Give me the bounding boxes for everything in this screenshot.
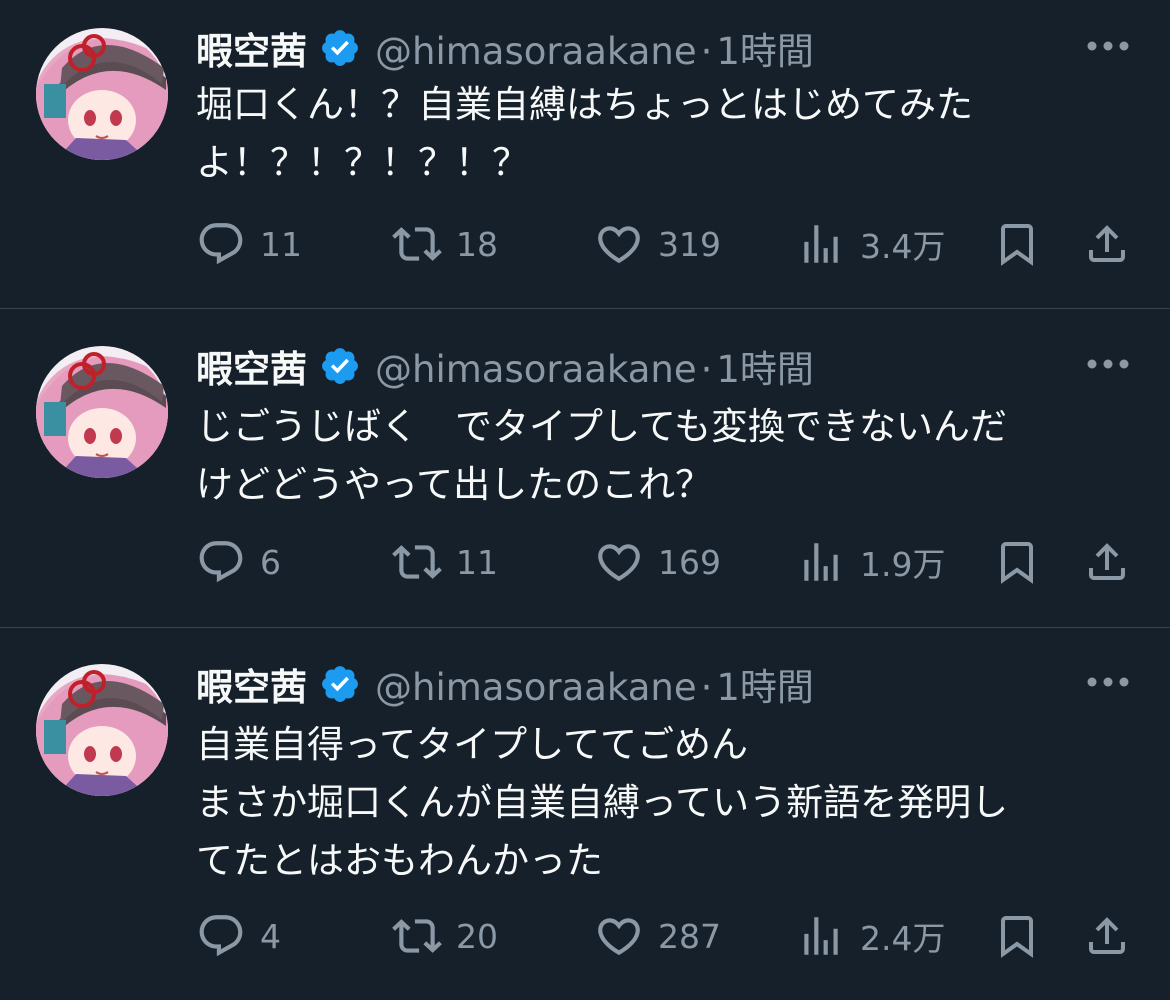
timestamp[interactable]: 1時間 (716, 348, 814, 391)
more-icon[interactable] (1086, 660, 1130, 704)
like-icon (598, 918, 640, 956)
avatar[interactable] (36, 346, 168, 478)
handle-time[interactable]: @himasoraakane · 1時間 (375, 339, 814, 393)
like-button[interactable]: 287 (594, 908, 721, 964)
reply-icon (199, 915, 243, 957)
views-count: 2.4万 (860, 919, 946, 958)
verified-icon (322, 666, 358, 702)
like-button[interactable]: 319 (594, 216, 721, 272)
verified-icon (322, 348, 358, 384)
bookmark-icon (1001, 542, 1033, 584)
reply-button[interactable]: 4 (196, 908, 281, 964)
tweet-text: じごうじばく でタイプしても変換できないんだ けどどうやって出したのこれ？ (196, 405, 1008, 506)
timestamp[interactable]: 1時間 (716, 30, 814, 73)
like-count: 319 (658, 224, 721, 264)
views-count: 1.9万 (860, 545, 946, 584)
views-button[interactable]: 3.4万 (796, 216, 945, 272)
reply-button[interactable]: 6 (196, 534, 281, 590)
handle[interactable]: @himasoraakane (375, 666, 697, 709)
like-count: 287 (658, 916, 721, 956)
retweet-count: 20 (456, 916, 498, 956)
like-icon (598, 226, 640, 264)
retweet-button[interactable]: 11 (392, 534, 498, 590)
avatar[interactable] (36, 28, 168, 160)
retweet-icon (392, 919, 442, 953)
like-count: 169 (658, 542, 721, 582)
separator-dot: · (700, 30, 713, 73)
views-count: 3.4万 (860, 227, 946, 266)
reply-icon (199, 223, 243, 265)
bookmark-button[interactable] (992, 216, 1042, 272)
reply-count: 4 (260, 916, 281, 956)
retweet-button[interactable]: 20 (392, 908, 498, 964)
display-name[interactable]: 暇空茜 (196, 21, 307, 75)
divider (0, 308, 1170, 309)
retweet-count: 18 (456, 224, 498, 264)
display-name[interactable]: 暇空茜 (196, 339, 307, 393)
views-icon (804, 917, 838, 955)
verified-icon (322, 30, 358, 66)
divider (0, 627, 1170, 628)
bookmark-button[interactable] (992, 908, 1042, 964)
avatar[interactable] (36, 664, 168, 796)
retweet-count: 11 (456, 542, 498, 582)
tweet-text: 自業自得ってタイプしててごめん まさか堀口くんが自業自縛っていう新語を発明し て… (196, 723, 1009, 882)
reply-button[interactable]: 11 (196, 216, 302, 272)
tweet-header: 暇空茜 @himasoraakane · 1時間 (196, 22, 814, 74)
share-button[interactable] (1082, 216, 1132, 272)
timestamp[interactable]: 1時間 (716, 666, 814, 709)
reply-icon (199, 541, 243, 583)
separator-dot: · (700, 348, 713, 391)
separator-dot: · (700, 666, 713, 709)
handle-time[interactable]: @himasoraakane · 1時間 (375, 21, 814, 75)
more-icon[interactable] (1086, 342, 1130, 386)
views-icon (804, 225, 838, 263)
tweet-actions: 4 20 287 2.4万 (196, 908, 1136, 964)
like-icon (598, 544, 640, 582)
reply-count: 6 (260, 542, 281, 582)
share-icon (1089, 225, 1125, 262)
retweet-icon (392, 545, 442, 579)
bookmark-icon (1001, 224, 1033, 266)
like-button[interactable]: 169 (594, 534, 721, 590)
retweet-button[interactable]: 18 (392, 216, 498, 272)
handle[interactable]: @himasoraakane (375, 348, 697, 391)
views-icon (804, 543, 838, 581)
tweet-header: 暇空茜 @himasoraakane · 1時間 (196, 658, 814, 710)
tweet-text: 堀口くん！？自業自縛はちょっとはじめてみた よ！？！？！？！？ (196, 83, 973, 184)
tweet-header: 暇空茜 @himasoraakane · 1時間 (196, 340, 814, 392)
share-button[interactable] (1082, 908, 1132, 964)
reply-count: 11 (260, 224, 302, 264)
share-icon (1089, 917, 1125, 954)
more-icon[interactable] (1086, 24, 1130, 68)
views-button[interactable]: 2.4万 (796, 908, 945, 964)
share-icon (1089, 543, 1125, 580)
views-button[interactable]: 1.9万 (796, 534, 945, 590)
bookmark-icon (1001, 916, 1033, 958)
tweet-actions: 6 11 169 1.9万 (196, 534, 1136, 590)
tweet-actions: 11 18 319 3.4万 (196, 216, 1136, 272)
display-name[interactable]: 暇空茜 (196, 657, 307, 711)
bookmark-button[interactable] (992, 534, 1042, 590)
handle[interactable]: @himasoraakane (375, 30, 697, 73)
share-button[interactable] (1082, 534, 1132, 590)
retweet-icon (392, 227, 442, 261)
handle-time[interactable]: @himasoraakane · 1時間 (375, 657, 814, 711)
